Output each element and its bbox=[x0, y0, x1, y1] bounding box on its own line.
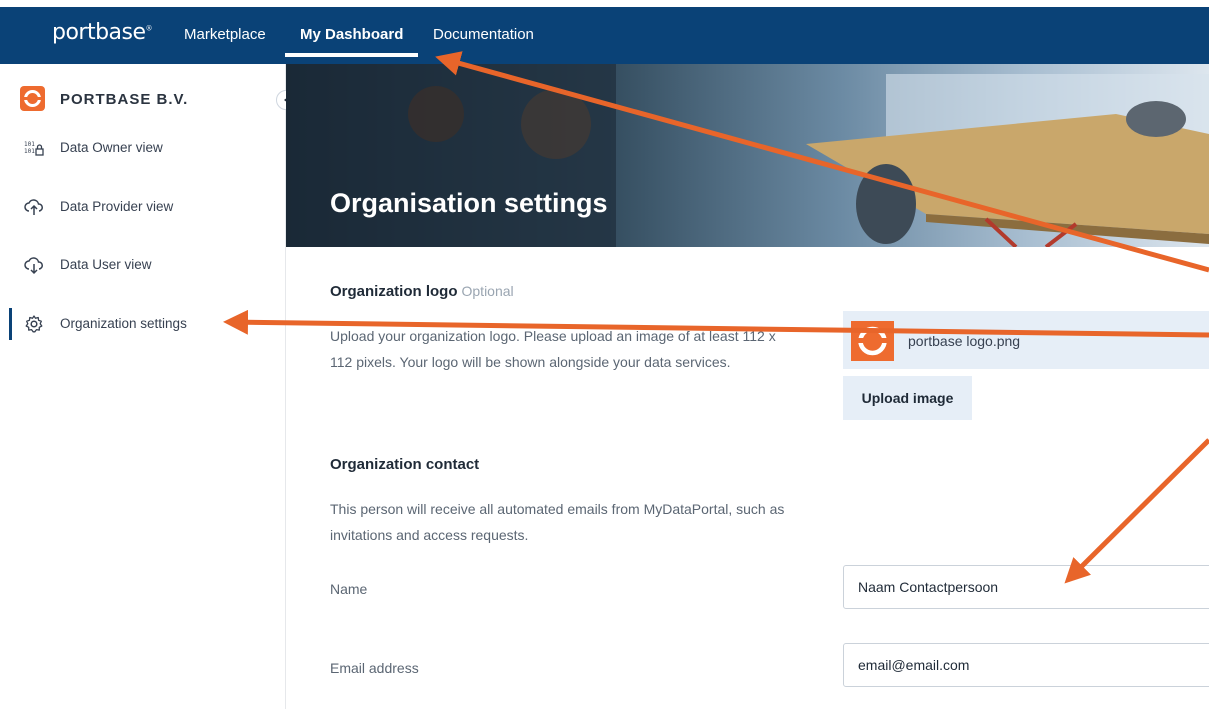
sidebar-item-label: Data Provider view bbox=[60, 199, 174, 214]
name-input[interactable] bbox=[843, 565, 1209, 609]
uploaded-file-preview: portbase logo.png bbox=[843, 311, 1209, 369]
contact-section-description: This person will receive all automated e… bbox=[330, 501, 785, 543]
email-label: Email address bbox=[330, 660, 419, 676]
binary-lock-icon: 101 101 bbox=[24, 141, 44, 156]
logo-section-title-text: Organization logo bbox=[330, 283, 458, 300]
hero-banner: Organisation settings bbox=[286, 64, 1209, 247]
sidebar-item-label: Data User view bbox=[60, 257, 152, 272]
svg-text:101: 101 bbox=[24, 148, 35, 155]
optional-badge: Optional bbox=[461, 283, 514, 299]
page-title: Organisation settings bbox=[330, 188, 608, 218]
hero-background-image bbox=[286, 64, 1209, 247]
sidebar-item-data-owner[interactable]: 101 101 Data Owner view bbox=[0, 128, 285, 168]
sidebar-item-data-provider[interactable]: Data Provider view bbox=[0, 187, 285, 227]
org-logo-icon bbox=[20, 86, 45, 111]
uploaded-logo-thumbnail bbox=[851, 321, 894, 361]
brand-mark: ® bbox=[145, 24, 153, 33]
cloud-download-icon bbox=[24, 257, 43, 275]
svg-text:101: 101 bbox=[24, 141, 35, 148]
arrow-to-name-input bbox=[1064, 438, 1209, 584]
nav-documentation[interactable]: Documentation bbox=[433, 26, 534, 43]
gear-icon bbox=[25, 315, 43, 333]
cloud-upload-icon bbox=[24, 199, 43, 215]
contact-section-title: Organization contact bbox=[330, 456, 480, 473]
active-nav-underline bbox=[285, 53, 418, 57]
brand-text: portbase bbox=[52, 20, 146, 45]
name-label: Name bbox=[330, 581, 368, 597]
upload-image-button[interactable]: Upload image bbox=[843, 376, 972, 420]
sidebar: PORTBASE B.V. 101 101 Data Owner view Da… bbox=[0, 64, 296, 709]
uploaded-file-name: portbase logo.png bbox=[908, 333, 1021, 349]
portbase-logo[interactable]: portbase® bbox=[52, 20, 153, 45]
top-nav-bar: portbase® Marketplace My Dashboard Docum… bbox=[0, 7, 1209, 64]
sidebar-item-data-user[interactable]: Data User view bbox=[0, 245, 285, 285]
org-name: PORTBASE B.V. bbox=[60, 91, 189, 108]
email-input[interactable] bbox=[843, 643, 1209, 687]
logo-section-description: Upload your organization logo. Please up… bbox=[330, 328, 776, 370]
sidebar-item-organization-settings[interactable]: Organization settings bbox=[0, 304, 285, 344]
sidebar-item-label: Organization settings bbox=[60, 316, 187, 331]
nav-marketplace[interactable]: Marketplace bbox=[184, 26, 266, 43]
nav-my-dashboard[interactable]: My Dashboard bbox=[300, 26, 403, 43]
sidebar-item-label: Data Owner view bbox=[60, 140, 163, 155]
logo-section-title: Organization logo Optional bbox=[330, 283, 514, 300]
